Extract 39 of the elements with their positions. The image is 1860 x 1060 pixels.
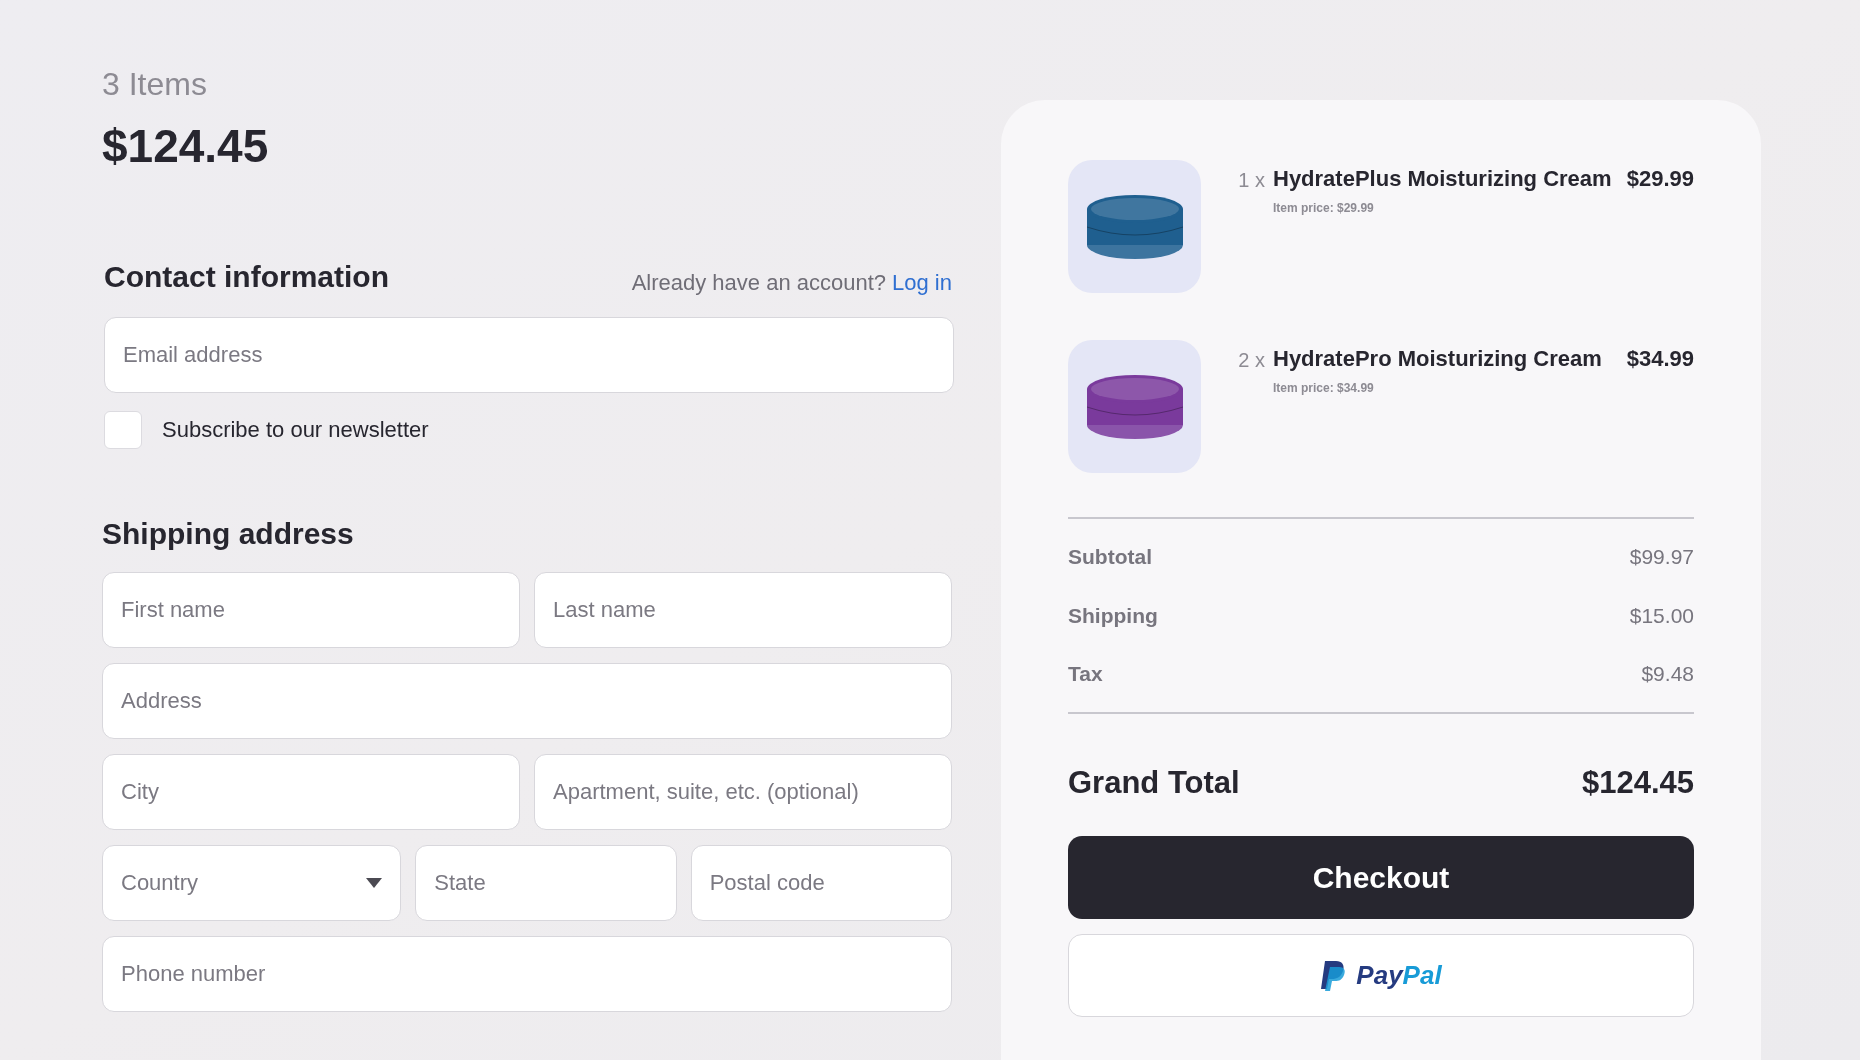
country-dropdown[interactable]: Country xyxy=(102,844,402,921)
account-prompt: Already have an account? xyxy=(631,268,887,297)
section-heading: Shipping address xyxy=(102,515,355,552)
summary-label: Subtotal xyxy=(1068,544,1152,570)
login-link[interactable]: Log in xyxy=(892,265,952,299)
summary-value: $15.00 xyxy=(1629,602,1694,629)
newsletter-checkbox[interactable] xyxy=(104,410,142,449)
input-field[interactable]: Email address xyxy=(104,316,954,393)
input-field[interactable]: Postal code xyxy=(690,844,952,921)
checkout-button[interactable]: Checkout xyxy=(1068,836,1694,919)
unit-price: Item price: $34.99 xyxy=(1273,380,1375,397)
product-price: $34.99 xyxy=(1626,345,1694,373)
input-field[interactable]: Apartment, suite, etc. (optional) xyxy=(534,753,952,830)
input-field[interactable]: First name xyxy=(102,571,520,648)
summary-value: $9.48 xyxy=(1641,661,1694,687)
grand-total-value: $124.45 xyxy=(1581,763,1694,802)
summary-label: Tax xyxy=(1068,661,1103,687)
checkbox-label: Subscribe to our newsletter xyxy=(162,416,429,444)
input-field[interactable]: Phone number xyxy=(102,935,952,1012)
total-amount: $124.45 xyxy=(102,119,270,174)
paypal-button[interactable]: PayPal xyxy=(1068,934,1694,1017)
input-field[interactable]: Last name xyxy=(534,571,952,648)
paypal-logo: PayPal xyxy=(1356,959,1442,992)
input-field[interactable]: State xyxy=(415,844,677,921)
product-name: HydratePro Moisturizing Cream xyxy=(1273,345,1603,373)
grand-total-label: Grand Total xyxy=(1068,763,1240,802)
paypal-icon xyxy=(1320,960,1347,991)
item-count: 3 Items xyxy=(102,65,208,104)
quantity: 1 x xyxy=(1237,168,1265,193)
input-field[interactable]: Address xyxy=(102,662,952,739)
product-name: HydratePlus Moisturizing Cream xyxy=(1273,165,1613,193)
summary-label: Shipping xyxy=(1068,602,1158,629)
product-price: $29.99 xyxy=(1626,165,1694,193)
summary-value: $99.97 xyxy=(1629,544,1694,570)
unit-price: Item price: $29.99 xyxy=(1273,200,1375,217)
input-field[interactable]: City xyxy=(102,753,520,830)
quantity: 2 x xyxy=(1237,348,1265,373)
section-heading: Contact information xyxy=(104,258,389,295)
caret-icon xyxy=(366,877,383,888)
